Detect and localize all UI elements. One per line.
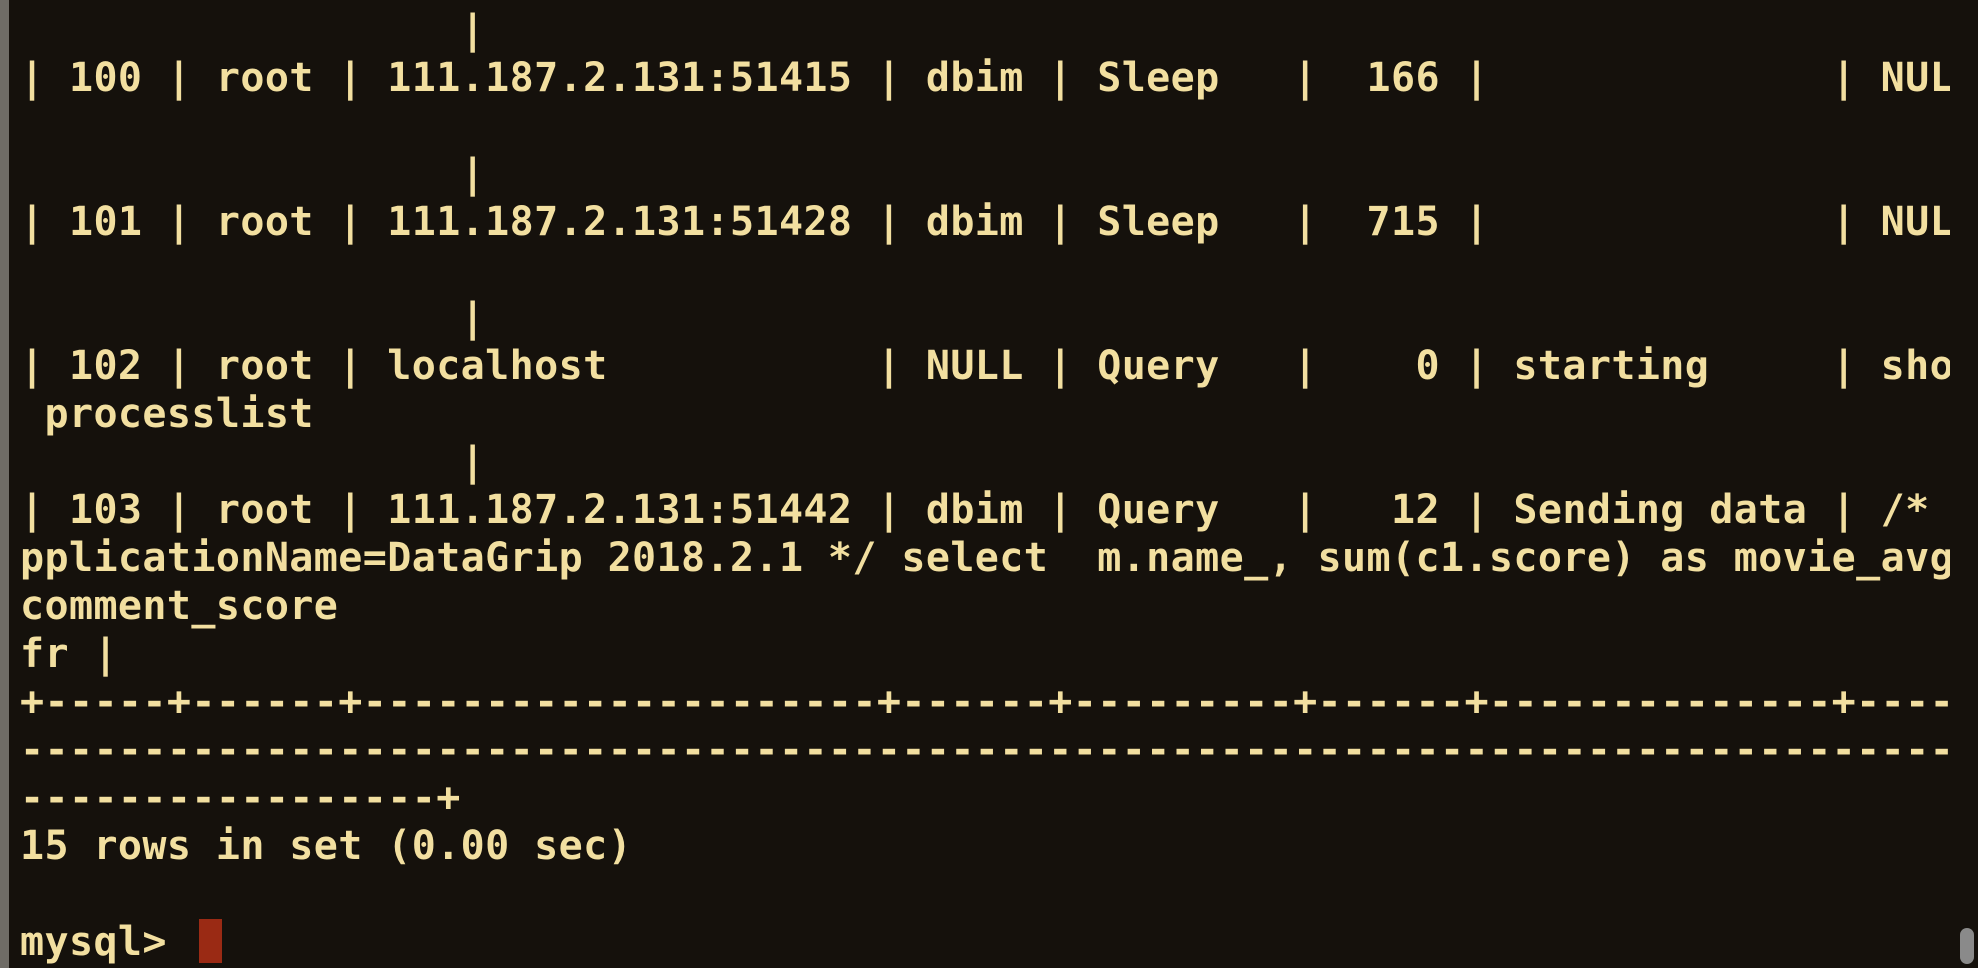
command-line[interactable]: mysql> [20,918,1950,966]
output-line: fr | [20,631,118,677]
table-border-line: +-----+------+---------------------+----… [20,679,1950,725]
output-line: | 102 | root | localhost | NULL | Query … [20,343,1950,389]
output-line: | 103 | root | 111.187.2.131:51442 | dbi… [20,487,1950,533]
window-left-edge [0,0,9,968]
output-line: | [20,151,486,197]
terminal-window[interactable]: | | 100 | root | 111.187.2.131:51415 | d… [0,0,1978,968]
table-border-line: -----------------+ [20,775,461,821]
result-summary: 15 rows in set (0.00 sec) [20,823,633,869]
output-line: | [20,295,486,341]
output-line: processlist [20,391,314,437]
mysql-prompt: mysql> [20,919,192,965]
output-line: comment_score [20,583,339,629]
output-line: | 100 | root | 111.187.2.131:51415 | dbi… [20,55,1950,101]
scrollbar-thumb[interactable] [1960,928,1974,964]
text-cursor [199,919,223,963]
output-line: | 101 | root | 111.187.2.131:51428 | dbi… [20,199,1950,245]
table-border-line: ----------------------------------------… [20,727,1950,773]
output-line: | [20,439,486,485]
output-line: | [20,7,486,53]
output-line: pplicationName=DataGrip 2018.2.1 */ sele… [20,535,1950,581]
scrollbar-track[interactable] [1956,0,1978,968]
terminal-output[interactable]: | | 100 | root | 111.187.2.131:51415 | d… [20,6,1950,966]
